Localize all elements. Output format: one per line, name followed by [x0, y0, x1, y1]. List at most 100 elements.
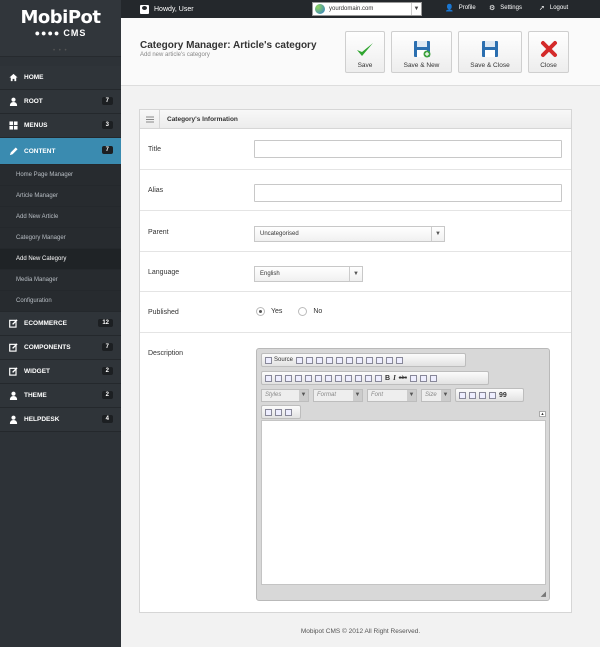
eraser-icon[interactable]	[409, 374, 417, 382]
sidebar: MobiPot ●●●● CMS • • • HOME ROOT 7 MENUS …	[0, 0, 121, 647]
format-label: Format	[317, 392, 337, 398]
alias-input[interactable]	[254, 184, 562, 202]
preview-icon[interactable]	[306, 356, 314, 364]
anchor-icon[interactable]	[285, 408, 292, 416]
sidebar-item-ecommerce[interactable]: ECOMMERCE 12	[0, 312, 121, 336]
special-char-icon[interactable]	[365, 374, 372, 382]
find-icon[interactable]	[285, 374, 292, 382]
source-button[interactable]: Source	[265, 356, 293, 364]
no-label: No	[313, 308, 323, 315]
domain-select[interactable]: yourdomain.com ▼	[312, 2, 422, 16]
bulleted-list-icon[interactable]	[469, 391, 476, 399]
replace-icon[interactable]	[295, 374, 302, 382]
paste-icon[interactable]	[376, 356, 384, 364]
copy-icon[interactable]	[366, 356, 374, 364]
new-page-icon[interactable]	[296, 356, 304, 364]
close-button[interactable]: Close	[528, 31, 569, 73]
cut-icon[interactable]	[356, 356, 364, 364]
sidebar-item-widget[interactable]: WIDGET 2	[0, 360, 121, 384]
sidebar-item-helpdesk[interactable]: HELPDESK 4	[0, 408, 121, 432]
count-badge: 7	[101, 97, 113, 105]
spellcheck-icon[interactable]	[396, 356, 404, 364]
page-title: Category Manager: Article's category	[140, 40, 317, 51]
profile-link[interactable]: 👤 Profile	[445, 4, 476, 12]
editor-toolbar-3: 99	[455, 388, 524, 402]
sidebar-item-theme[interactable]: THEME 2	[0, 384, 121, 408]
editor-content-area[interactable]	[261, 420, 546, 585]
indent-icon[interactable]	[489, 391, 496, 399]
sidebar-item-content[interactable]: CONTENT 7	[0, 138, 121, 165]
parent-select[interactable]: Uncategorised ▼	[254, 226, 445, 242]
editor-toolbar-1: Source	[261, 353, 466, 367]
user-icon: 👤	[445, 5, 454, 12]
table-icon[interactable]	[345, 374, 352, 382]
language-select[interactable]: English ▼	[254, 266, 363, 282]
sidebar-item-label: MENUS	[24, 122, 48, 129]
flash-icon[interactable]	[335, 374, 342, 382]
subnav-media-manager[interactable]: Media Manager	[0, 270, 121, 291]
horizontal-line-icon[interactable]	[355, 374, 362, 382]
align-right-icon[interactable]	[336, 356, 344, 364]
font-label: Font	[371, 392, 384, 398]
logo[interactable]: MobiPot ●●●● CMS • • •	[0, 0, 121, 57]
numbered-list-icon[interactable]	[459, 391, 466, 399]
subnav-add-new-category[interactable]: Add New Category	[0, 249, 121, 270]
italic-button[interactable]: I	[393, 374, 396, 382]
sidebar-item-label: ROOT	[24, 98, 43, 105]
title-input[interactable]	[254, 140, 562, 158]
save-close-button[interactable]: Save & Close	[458, 31, 522, 73]
styles-combo[interactable]: Styles ▼	[261, 389, 309, 402]
sidebar-item-root[interactable]: ROOT 7	[0, 90, 121, 114]
sidebar-item-label: CONTENT	[24, 147, 56, 155]
format-combo[interactable]: Format ▼	[313, 389, 363, 402]
greeting-text: Howdy, User	[154, 5, 194, 13]
blockquote-button[interactable]: 99	[499, 392, 507, 399]
count-badge: 4	[101, 415, 113, 423]
strike-button[interactable]: abc	[399, 375, 407, 381]
domain-value: yourdomain.com	[329, 6, 374, 12]
justify-icon[interactable]	[346, 356, 354, 364]
sidebar-item-home[interactable]: HOME	[0, 66, 121, 90]
collapse-toolbar-icon[interactable]: ▲	[539, 411, 546, 417]
select-all-icon[interactable]	[305, 374, 312, 382]
remove-format-icon[interactable]	[315, 374, 322, 382]
resize-handle-icon[interactable]: ◢	[541, 590, 546, 598]
sidebar-item-label: COMPONENTS	[24, 344, 71, 351]
paste-text-icon[interactable]	[386, 356, 394, 364]
text-color-icon[interactable]	[419, 374, 427, 382]
align-left-icon[interactable]	[316, 356, 324, 364]
count-badge: 2	[101, 391, 113, 399]
subnav-configuration[interactable]: Configuration	[0, 291, 121, 312]
save-button[interactable]: Save	[345, 31, 385, 73]
title-row: Title	[140, 129, 571, 170]
subnav-article-manager[interactable]: Article Manager	[0, 186, 121, 207]
rich-text-editor: Source B I abc Styles ▼ Format ▼ Font ▼ Siz…	[256, 348, 550, 601]
home-icon	[8, 73, 18, 82]
link-icon[interactable]	[265, 408, 272, 416]
close-label: Close	[540, 62, 557, 69]
image-icon[interactable]	[325, 374, 332, 382]
bg-color-icon[interactable]	[429, 374, 437, 382]
unlink-icon[interactable]	[275, 408, 282, 416]
settings-link[interactable]: ⚙ Settings	[489, 4, 522, 12]
subnav-category-manager[interactable]: Category Manager	[0, 228, 121, 249]
bold-button[interactable]: B	[385, 375, 390, 382]
page-break-icon[interactable]	[375, 374, 382, 382]
save-new-button[interactable]: Save & New	[391, 31, 452, 73]
subnav-add-new-article[interactable]: Add New Article	[0, 207, 121, 228]
undo-icon[interactable]	[265, 374, 272, 382]
logout-link[interactable]: ➚ Logout	[539, 4, 568, 12]
outdent-icon[interactable]	[479, 391, 486, 399]
top-bar: Howdy, User yourdomain.com ▼ 👤 Profile ⚙ S…	[121, 0, 600, 18]
size-combo[interactable]: Size ▼	[421, 389, 451, 402]
pencil-icon	[8, 146, 18, 156]
redo-icon[interactable]	[275, 374, 282, 382]
published-no-radio[interactable]: No	[298, 307, 322, 316]
published-yes-radio[interactable]: Yes	[256, 307, 282, 316]
font-combo[interactable]: Font ▼	[367, 389, 417, 402]
sidebar-item-menus[interactable]: MENUS 3	[0, 114, 121, 138]
align-center-icon[interactable]	[326, 356, 334, 364]
sidebar-item-components[interactable]: COMPONENTS 7	[0, 336, 121, 360]
subnav-home-page-manager[interactable]: Home Page Manager	[0, 165, 121, 186]
user-greeting[interactable]: Howdy, User	[140, 4, 194, 14]
